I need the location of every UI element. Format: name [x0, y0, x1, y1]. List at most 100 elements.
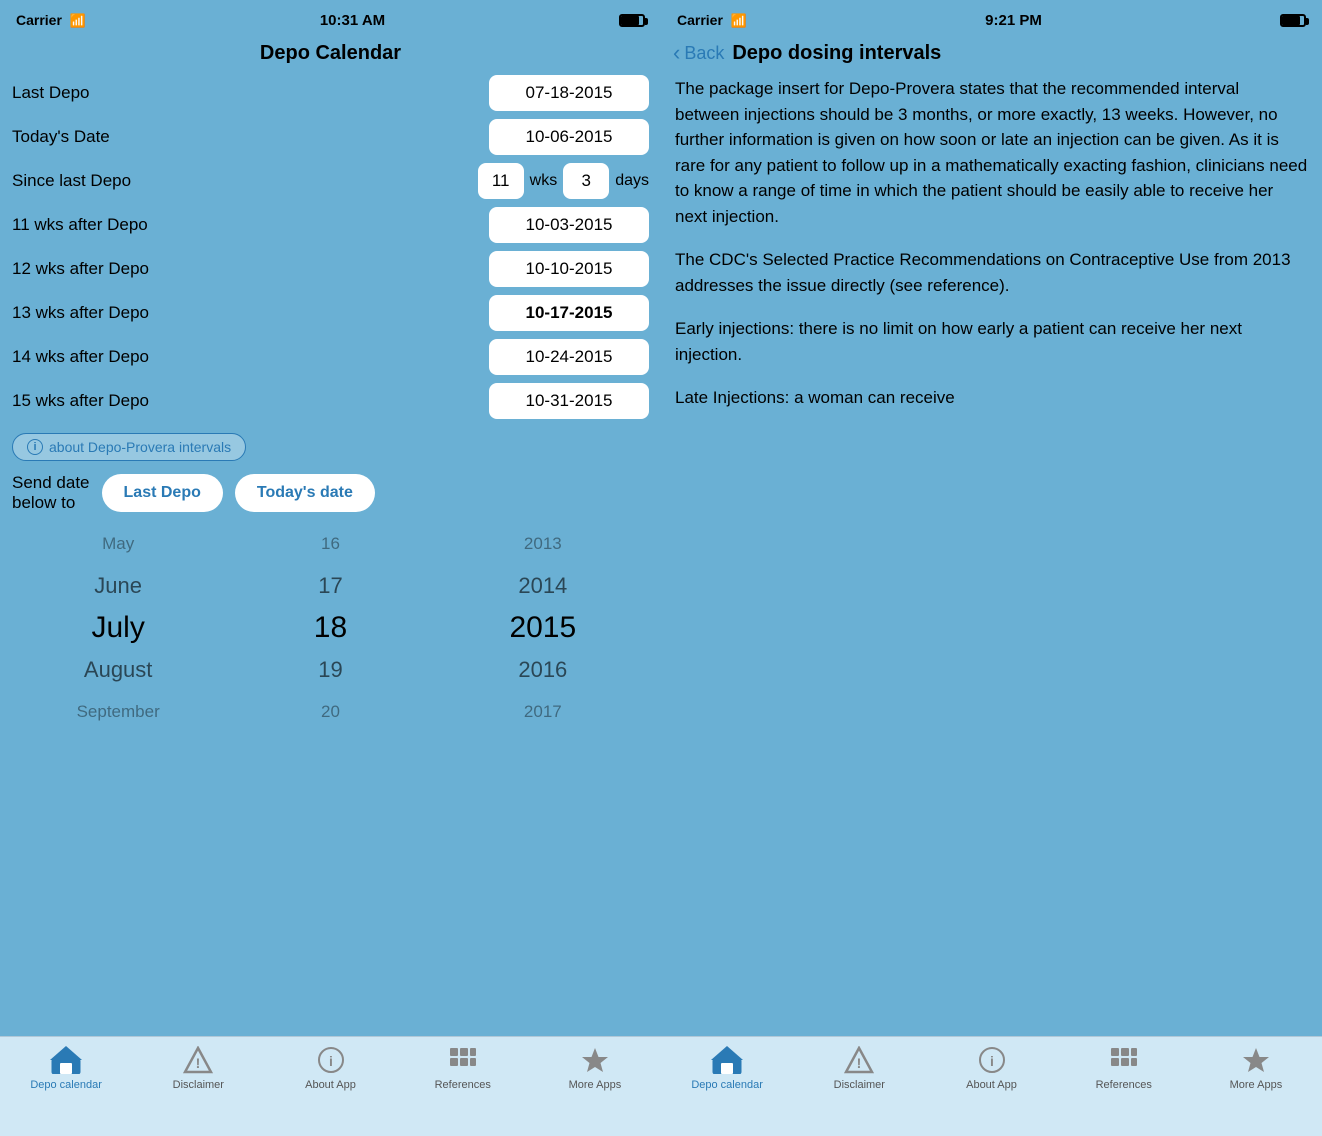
tab-more-left[interactable]: More Apps: [529, 1045, 661, 1091]
detail-title: Depo dosing intervals: [732, 42, 941, 65]
tab-label-disclaimer-right: Disclaimer: [834, 1079, 885, 1091]
tab-label-depo-right: Depo calendar: [691, 1079, 763, 1091]
paragraph-4: Late Injections: a woman can receive: [675, 385, 1308, 411]
time-right: 9:21 PM: [985, 12, 1042, 29]
tab-about-left[interactable]: i About App: [264, 1045, 396, 1091]
warning-icon-left: !: [180, 1045, 216, 1075]
battery-right: [1280, 14, 1306, 27]
info-circle-icon: i: [27, 439, 43, 455]
row-11wks: 11 wks after Depo 10-03-2015: [12, 207, 649, 243]
value-last-depo[interactable]: 07-18-2015: [489, 75, 649, 111]
tab-label-about-left: About App: [305, 1079, 356, 1091]
tab-depo-calendar-left[interactable]: Depo calendar: [0, 1045, 132, 1091]
tab-label-references-right: References: [1096, 1079, 1152, 1091]
status-bar-left: Carrier 📶 10:31 AM: [0, 0, 661, 36]
label-last-depo: Last Depo: [12, 83, 90, 103]
picker-day-16: 16: [224, 523, 436, 565]
svg-text:i: i: [329, 1053, 333, 1069]
tab-references-left[interactable]: References: [397, 1045, 529, 1091]
since-wks[interactable]: 11: [478, 163, 524, 199]
value-14wks[interactable]: 10-24-2015: [489, 339, 649, 375]
row-since-last-depo: Since last Depo 11 wks 3 days: [12, 163, 649, 199]
send-last-depo-button[interactable]: Last Depo: [102, 474, 223, 512]
right-phone: Carrier 📶 9:21 PM ‹ Back Depo dosing int…: [661, 0, 1322, 1136]
tab-disclaimer-right[interactable]: ! Disclaimer: [793, 1045, 925, 1091]
page-title-left: Depo Calendar: [0, 36, 661, 75]
status-bar-right: Carrier 📶 9:21 PM: [661, 0, 1322, 36]
label-13wks: 13 wks after Depo: [12, 303, 149, 323]
tab-depo-calendar-right[interactable]: Depo calendar: [661, 1045, 793, 1091]
paragraph-2: The CDC's Selected Practice Recommendati…: [675, 247, 1308, 298]
tab-about-right[interactable]: i About App: [925, 1045, 1057, 1091]
wifi-icon-left: 📶: [70, 13, 86, 29]
value-todays-date[interactable]: 10-06-2015: [489, 119, 649, 155]
picker-months[interactable]: May June July August September: [12, 523, 224, 733]
row-15wks: 15 wks after Depo 10-31-2015: [12, 383, 649, 419]
refs-icon-right: [1106, 1045, 1142, 1075]
svg-text:!: !: [857, 1055, 862, 1071]
label-todays-date: Today's Date: [12, 127, 110, 147]
value-12wks[interactable]: 10-10-2015: [489, 251, 649, 287]
tab-label-more-left: More Apps: [569, 1079, 622, 1091]
star-icon-left: [577, 1045, 613, 1075]
tab-label-references-left: References: [435, 1079, 491, 1091]
time-left: 10:31 AM: [320, 12, 385, 29]
battery-left: [619, 14, 645, 27]
tab-more-right[interactable]: More Apps: [1190, 1045, 1322, 1091]
back-header: ‹ Back Depo dosing intervals: [661, 36, 1322, 76]
tab-label-about-right: About App: [966, 1079, 1017, 1091]
tab-references-right[interactable]: References: [1058, 1045, 1190, 1091]
warning-icon-right: !: [841, 1045, 877, 1075]
refs-icon-left: [445, 1045, 481, 1075]
tab-label-disclaimer-left: Disclaimer: [173, 1079, 224, 1091]
info-tab-icon-left: i: [313, 1045, 349, 1075]
wifi-icon-right: 📶: [731, 13, 747, 29]
picker-year-2015: 2015: [437, 607, 649, 649]
send-label: Send datebelow to: [12, 473, 90, 513]
label-11wks: 11 wks after Depo: [12, 215, 148, 235]
tab-disclaimer-left[interactable]: ! Disclaimer: [132, 1045, 264, 1091]
info-button[interactable]: i about Depo-Provera intervals: [12, 433, 246, 461]
chevron-left-icon: ‹: [673, 40, 680, 66]
star-icon-right: [1238, 1045, 1274, 1075]
left-phone: Carrier 📶 10:31 AM Depo Calendar Last De…: [0, 0, 661, 1136]
carrier-right: Carrier 📶: [677, 12, 747, 29]
send-row: Send datebelow to Last Depo Today's date: [12, 473, 649, 513]
info-button-label: about Depo-Provera intervals: [49, 439, 231, 455]
home-icon-right: [709, 1045, 745, 1075]
picker-month-august: August: [12, 649, 224, 691]
days-label: days: [615, 172, 649, 190]
value-11wks[interactable]: 10-03-2015: [489, 207, 649, 243]
value-13wks[interactable]: 10-17-2015: [489, 295, 649, 331]
picker-month-may: May: [12, 523, 224, 565]
send-todays-date-button[interactable]: Today's date: [235, 474, 375, 512]
picker-day-20: 20: [224, 691, 436, 733]
since-box: 11 wks 3 days: [478, 163, 649, 199]
row-last-depo: Last Depo 07-18-2015: [12, 75, 649, 111]
picker-years[interactable]: 2013 2014 2015 2016 2017: [437, 523, 649, 733]
tab-label-more-right: More Apps: [1230, 1079, 1283, 1091]
info-tab-icon-right: i: [974, 1045, 1010, 1075]
picker-days[interactable]: 16 17 18 19 20: [224, 523, 436, 733]
svg-text:!: !: [196, 1055, 201, 1071]
row-12wks: 12 wks after Depo 10-10-2015: [12, 251, 649, 287]
back-button[interactable]: ‹ Back: [673, 40, 724, 66]
picker-year-2017: 2017: [437, 691, 649, 733]
tab-bar-left: Depo calendar ! Disclaimer i: [0, 1036, 661, 1136]
tab-label-depo-left: Depo calendar: [30, 1079, 102, 1091]
picker-day-17: 17: [224, 565, 436, 607]
date-picker[interactable]: May June July August September 16 17 18 …: [12, 523, 649, 733]
picker-month-july: July: [12, 607, 224, 649]
since-days[interactable]: 3: [563, 163, 609, 199]
label-since-last-depo: Since last Depo: [12, 171, 131, 191]
label-12wks: 12 wks after Depo: [12, 259, 149, 279]
tab-bar-right: Depo calendar ! Disclaimer i: [661, 1036, 1322, 1136]
row-14wks: 14 wks after Depo 10-24-2015: [12, 339, 649, 375]
value-15wks[interactable]: 10-31-2015: [489, 383, 649, 419]
picker-day-18: 18: [224, 607, 436, 649]
svg-text:i: i: [990, 1053, 994, 1069]
row-13wks: 13 wks after Depo 10-17-2015: [12, 295, 649, 331]
carrier-left: Carrier 📶: [16, 12, 86, 29]
back-label: Back: [684, 43, 724, 64]
paragraph-3: Early injections: there is no limit on h…: [675, 316, 1308, 367]
